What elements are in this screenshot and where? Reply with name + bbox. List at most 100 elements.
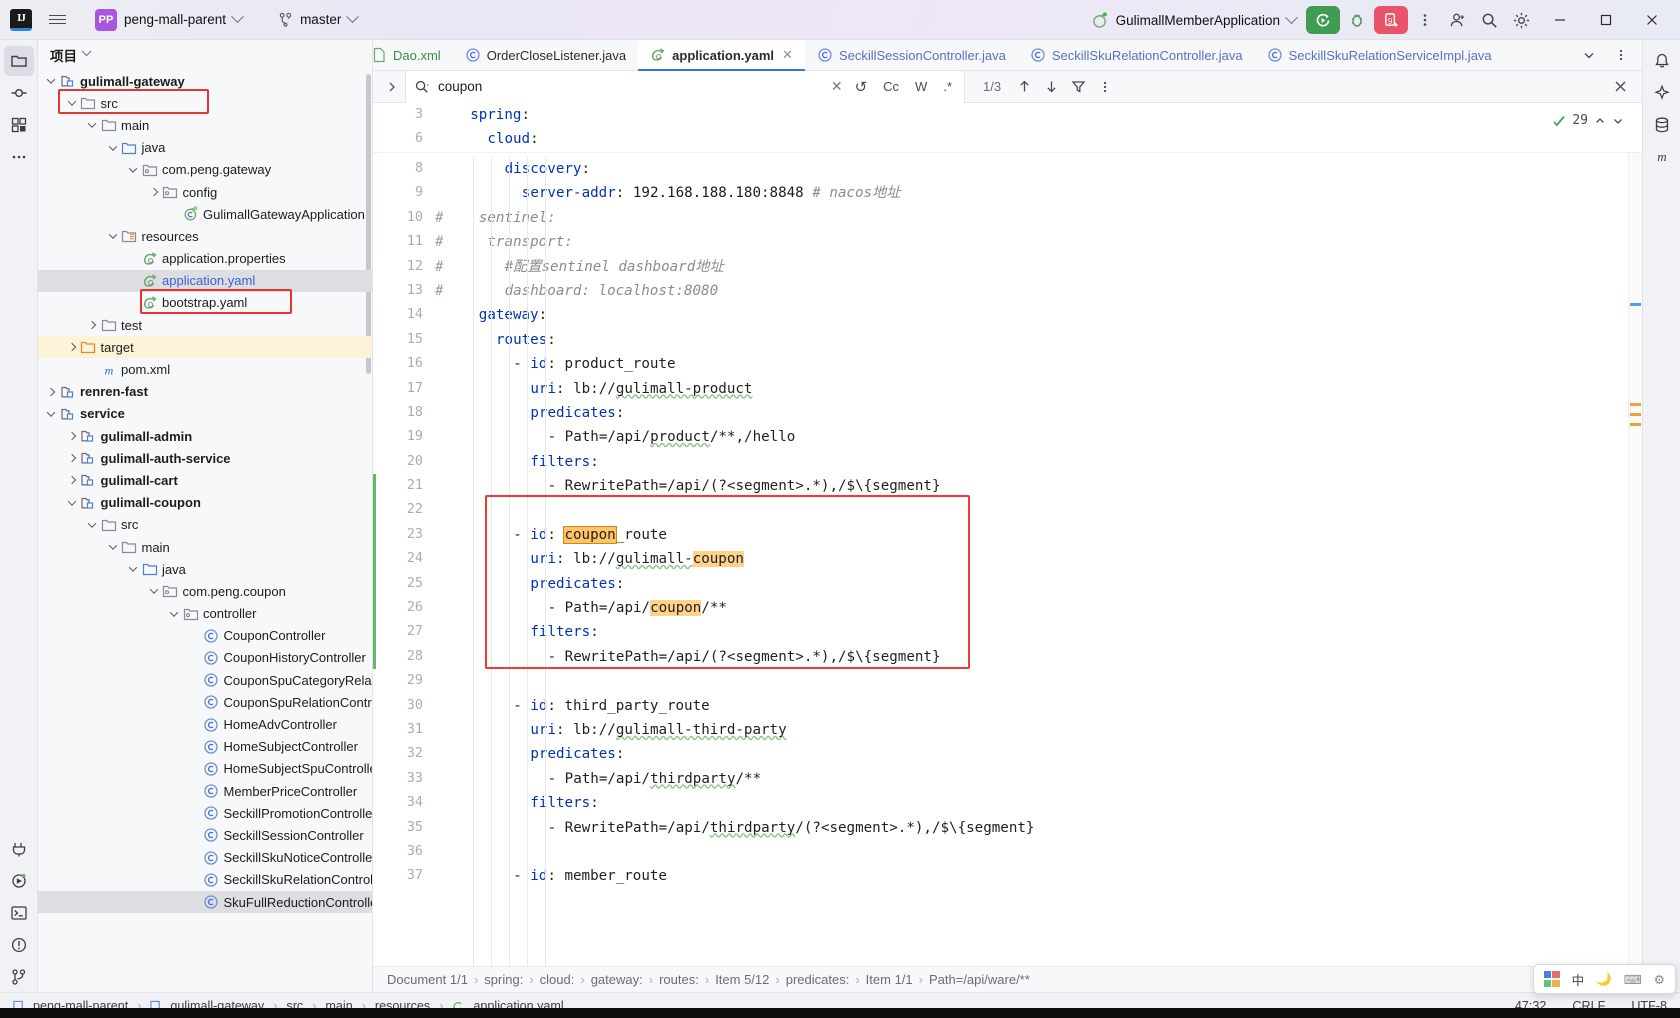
editor-tab-seckillskurelationserviceimpl-java[interactable]: SeckillSkuRelationServiceImpl.java	[1255, 40, 1504, 70]
tree-item-gulimall-admin[interactable]: gulimall-admin	[38, 425, 372, 447]
close-window-button[interactable]	[1630, 0, 1674, 40]
tab-options-button[interactable]	[1606, 41, 1636, 69]
problems-tool-icon[interactable]	[4, 930, 34, 960]
vcs-change-marker[interactable]	[373, 522, 376, 548]
editor-breadcrumb[interactable]: Document 1/1 › spring: › cloud: › gateway: › rou…	[373, 966, 1642, 992]
hamburger-menu-icon[interactable]	[42, 6, 72, 34]
editor-tab-dao-xml[interactable]: Dao.xml	[359, 40, 453, 70]
tree-item-gulimallgatewayapplication[interactable]: GulimallGatewayApplication	[38, 203, 372, 225]
ime-language-bar[interactable]: 中 🌙 ⌨ ⚙	[1532, 964, 1676, 994]
tree-item-homesubjectcontroller[interactable]: HomeSubjectController	[38, 736, 372, 758]
sticky-line[interactable]: 3 spring:	[373, 103, 1642, 127]
endpoints-tool-icon[interactable]	[4, 834, 34, 864]
tree-item-target[interactable]: target	[38, 336, 372, 359]
tree-item-gulimall-coupon[interactable]: gulimall-coupon	[38, 492, 372, 514]
settings-button[interactable]	[1506, 6, 1536, 34]
tree-item-gulimall-auth-service[interactable]: gulimall-auth-service	[38, 447, 372, 469]
chevron-down-icon[interactable]	[85, 119, 99, 129]
chevron-down-icon[interactable]	[106, 541, 120, 550]
tree-item-test[interactable]: test	[38, 314, 372, 336]
chevron-right-icon[interactable]	[65, 476, 79, 485]
code-text[interactable]: 29 3 spring: 6 cloud: 8 discovery: 9 server-ad…	[373, 103, 1642, 966]
notifications-icon[interactable]	[1647, 46, 1677, 76]
account-button[interactable]	[1442, 6, 1472, 34]
breadcrumb-item[interactable]: Document 1/1	[387, 972, 468, 987]
find-next-button[interactable]	[1044, 79, 1059, 94]
editor-tab-ordercloselistener-java[interactable]: OrderCloseListener.java	[453, 40, 638, 70]
vcs-change-marker[interactable]	[373, 498, 376, 523]
chevron-down-icon[interactable]	[147, 585, 161, 595]
tree-item-couponspurelationcontroller[interactable]: CouponSpuRelationController	[38, 691, 372, 713]
chevron-down-icon[interactable]	[126, 164, 140, 173]
problems-button[interactable]: 9	[1374, 6, 1408, 34]
vcs-change-marker[interactable]	[373, 571, 376, 597]
chevron-down-icon[interactable]	[106, 141, 120, 151]
more-actions-button[interactable]	[1410, 6, 1440, 34]
vcs-change-marker[interactable]	[373, 620, 376, 645]
branch-selector[interactable]: master	[271, 9, 364, 30]
breadcrumb-item[interactable]: routes:	[659, 972, 699, 987]
editor-tab-seckillskurelationcontroller-java[interactable]: SeckillSkuRelationController.java	[1018, 40, 1255, 70]
tree-item-application-properties[interactable]: application.properties	[38, 248, 372, 270]
more-tool-windows-icon[interactable]	[4, 142, 34, 172]
project-file-tree[interactable]: gulimall-gateway src main java com.peng.gate…	[38, 70, 372, 992]
vcs-change-marker[interactable]	[373, 547, 376, 572]
chevron-down-icon[interactable]	[44, 408, 58, 417]
tree-item-bootstrap-yaml[interactable]: bootstrap.yaml	[38, 292, 372, 314]
editor-tab-seckillsessioncontroller-java[interactable]: SeckillSessionController.java	[805, 40, 1018, 70]
chevron-down-icon[interactable]	[106, 230, 120, 240]
chevron-right-icon[interactable]	[85, 320, 99, 330]
chevron-down-icon[interactable]	[85, 519, 99, 528]
clear-find-button[interactable]: ✕	[831, 78, 843, 95]
search-everywhere-button[interactable]	[1474, 6, 1504, 34]
breadcrumb-item[interactable]: gateway:	[591, 972, 643, 987]
tree-item-com-peng-coupon[interactable]: com.peng.coupon	[38, 580, 372, 602]
find-options-button[interactable]	[1098, 80, 1112, 94]
tree-item-config[interactable]: config	[38, 181, 372, 203]
tree-item-memberpricecontroller[interactable]: MemberPriceController	[38, 780, 372, 802]
tree-item-java[interactable]: java	[38, 558, 372, 580]
tree-item-skufullreductioncontroller[interactable]: SkuFullReductionController	[38, 890, 372, 914]
minimize-button[interactable]	[1538, 0, 1582, 40]
inspection-widget[interactable]: 29	[1552, 109, 1624, 133]
chevron-down-icon[interactable]	[65, 97, 79, 107]
run-with-coverage-button[interactable]	[1306, 6, 1340, 34]
tree-item-pom-xml[interactable]: m pom.xml	[38, 358, 372, 380]
commit-tool-icon[interactable]	[4, 78, 34, 108]
tree-item-gulimall-gateway[interactable]: gulimall-gateway	[38, 70, 372, 92]
tree-item-homesubjectspucontroller[interactable]: HomeSubjectSpuController	[38, 758, 372, 780]
vcs-change-marker[interactable]	[373, 596, 376, 621]
chevron-down-icon[interactable]	[65, 496, 79, 506]
database-icon[interactable]	[1647, 110, 1677, 140]
tree-item-seckillskunoticecontroller[interactable]: SeckillSkuNoticeController	[38, 847, 372, 869]
tree-item-src[interactable]: src	[38, 92, 372, 114]
find-field-container[interactable]: coupon ✕ ↺ Cc W .*	[405, 70, 965, 103]
version-control-tool-icon[interactable]	[4, 962, 34, 992]
ime-language[interactable]: 中	[1572, 970, 1585, 989]
tree-item-renren-fast[interactable]: renren-fast	[38, 381, 372, 403]
debug-button[interactable]	[1342, 6, 1372, 34]
chevron-right-icon[interactable]	[65, 343, 79, 352]
editor-tab-application-yaml[interactable]: application.yaml ✕	[638, 40, 805, 71]
chevron-down-icon[interactable]	[126, 563, 140, 573]
services-tool-icon[interactable]	[4, 866, 34, 896]
tree-item-seckillpromotioncontroller[interactable]: SeckillPromotionController	[38, 802, 372, 824]
moon-icon[interactable]: 🌙	[1596, 972, 1612, 987]
find-filter-button[interactable]	[1071, 79, 1086, 94]
sticky-line[interactable]: 6 cloud:	[373, 127, 1642, 151]
tree-item-resources[interactable]: resources	[38, 225, 372, 247]
chevron-down-icon[interactable]	[167, 607, 181, 617]
chevron-right-icon[interactable]	[65, 431, 79, 441]
breadcrumb-item[interactable]: Item 5/12	[715, 972, 769, 987]
project-selector[interactable]: PP peng-mall-parent	[88, 6, 249, 34]
tree-item-service[interactable]: service	[38, 403, 372, 425]
close-find-button[interactable]	[1613, 79, 1628, 94]
tree-item-gulimall-cart[interactable]: gulimall-cart	[38, 469, 372, 491]
project-panel-header[interactable]: 项目	[38, 40, 372, 70]
match-case-toggle[interactable]: Cc	[879, 78, 903, 95]
terminal-tool-icon[interactable]	[4, 898, 34, 928]
chevron-right-icon[interactable]	[44, 387, 58, 396]
ime-extra-icon[interactable]: ⌨	[1624, 972, 1642, 987]
tree-item-seckillskurelationcontroller[interactable]: SeckillSkuRelationController	[38, 869, 372, 891]
close-tab-icon[interactable]: ✕	[782, 47, 793, 63]
